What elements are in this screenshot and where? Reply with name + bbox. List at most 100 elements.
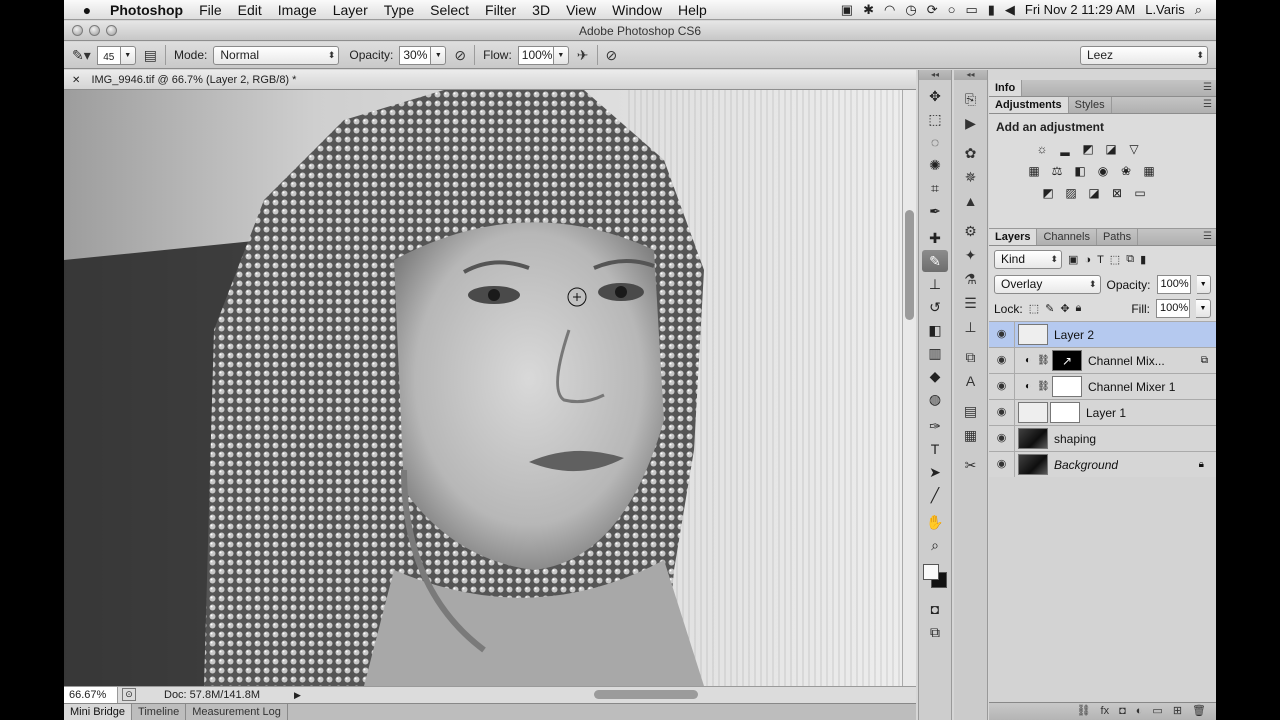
brush-presets-panel-icon[interactable]: ✦ xyxy=(958,244,984,266)
layer-row[interactable]: ◉ Layer 1 xyxy=(989,399,1216,425)
toolbox-header[interactable]: ◂◂ xyxy=(919,70,951,80)
crop-tool-icon[interactable]: ⌗ xyxy=(922,177,948,199)
layer-opacity-dropdown[interactable]: ▼ xyxy=(1196,275,1211,294)
user-name[interactable]: L.Varis xyxy=(1145,2,1185,17)
bluetooth-icon[interactable]: ✱ xyxy=(863,2,874,18)
levels-icon[interactable]: ▂ xyxy=(1057,142,1073,156)
layer-row[interactable]: ◉ ◐ ⛓ ↗ Channel Mix... ⧉ xyxy=(989,347,1216,373)
clock[interactable]: Fri Nov 2 11:29 AM xyxy=(1025,2,1135,17)
photo-filter-icon[interactable]: ◉ xyxy=(1095,164,1111,178)
status-info-icon[interactable]: ⊙ xyxy=(122,688,136,701)
hand-tool-icon[interactable]: ✋ xyxy=(922,511,948,533)
dock-header[interactable]: ◂◂ xyxy=(954,70,987,80)
filter-smart-object-icon[interactable]: ⧉ xyxy=(1126,253,1134,266)
workspace-select[interactable]: Leez xyxy=(1080,45,1208,65)
quick-selection-tool-icon[interactable]: ✺ xyxy=(922,154,948,176)
eraser-tool-icon[interactable]: ◧ xyxy=(922,319,948,341)
dodge-tool-icon[interactable]: ◍ xyxy=(922,388,948,410)
layer-comps-panel-icon[interactable]: ⧉ xyxy=(958,346,984,368)
brush-size-picker[interactable]: 45 ▼ xyxy=(96,45,136,65)
tab-timeline[interactable]: Timeline xyxy=(132,704,187,720)
link-layers-icon[interactable]: ⛓ xyxy=(1077,703,1091,720)
menu-image[interactable]: Image xyxy=(270,2,325,18)
status-menu-icon[interactable]: ▣ xyxy=(841,2,853,18)
history-panel-icon[interactable]: ⎘ xyxy=(958,88,984,110)
chain-link-icon[interactable]: ⛓ xyxy=(1037,381,1050,392)
menu-3d[interactable]: 3D xyxy=(524,2,558,18)
curves-icon[interactable]: ◩ xyxy=(1080,142,1096,156)
close-document-icon[interactable]: ✕ xyxy=(72,75,80,86)
tab-paths[interactable]: Paths xyxy=(1097,229,1139,245)
exposure-icon[interactable]: ◪ xyxy=(1103,142,1119,156)
vibrance-icon[interactable]: ▽ xyxy=(1126,142,1142,156)
flow-dropdown[interactable]: ▼ xyxy=(553,45,569,65)
paragraph-panel-icon[interactable]: ▦ xyxy=(958,424,984,446)
color-balance-icon[interactable]: ⚖ xyxy=(1049,164,1065,178)
color-lookup-icon[interactable]: ▦ xyxy=(1141,164,1157,178)
menu-filter[interactable]: Filter xyxy=(477,2,524,18)
actions-panel-icon[interactable]: ▶ xyxy=(958,112,984,134)
brush-size-dropdown[interactable]: ▼ xyxy=(120,45,136,65)
document-canvas[interactable] xyxy=(64,90,902,686)
posterize-icon[interactable]: ▨ xyxy=(1063,186,1079,200)
character-panel-icon[interactable]: A xyxy=(958,370,984,392)
layer-row[interactable]: ◉ shaping xyxy=(989,425,1216,451)
mode-select[interactable]: Normal xyxy=(213,45,340,65)
horizontal-scroll-thumb[interactable] xyxy=(594,690,698,699)
menu-edit[interactable]: Edit xyxy=(230,2,270,18)
eye-icon[interactable]: ◉ xyxy=(989,322,1015,347)
blur-tool-icon[interactable]: ◆ xyxy=(922,365,948,387)
move-tool-icon[interactable]: ✥ xyxy=(922,85,948,107)
brush-tool-icon[interactable]: ✎ xyxy=(922,250,948,272)
hue-saturation-icon[interactable]: ▦ xyxy=(1026,164,1042,178)
menu-view[interactable]: View xyxy=(558,2,604,18)
filter-type-icon[interactable]: T xyxy=(1097,254,1104,266)
menu-file[interactable]: File xyxy=(191,2,230,18)
threshold-icon[interactable]: ◪ xyxy=(1086,186,1102,200)
menu-help[interactable]: Help xyxy=(670,2,715,18)
lasso-tool-icon[interactable]: ◌ xyxy=(922,131,948,153)
brush-tool-preset-icon[interactable]: ✎▾ xyxy=(72,47,91,64)
gradient-map-icon[interactable]: ▭ xyxy=(1132,186,1148,200)
selective-color-icon[interactable]: ⊠ xyxy=(1109,186,1125,200)
filter-adjustment-icon[interactable]: ◑ xyxy=(1084,254,1091,266)
history-brush-tool-icon[interactable]: ↺ xyxy=(922,296,948,318)
black-white-icon[interactable]: ◧ xyxy=(1072,164,1088,178)
scroll-thumb[interactable] xyxy=(905,210,914,320)
fill-dropdown[interactable]: ▼ xyxy=(1196,299,1211,318)
line-tool-icon[interactable]: ╱ xyxy=(922,484,948,506)
eye-icon[interactable]: ◉ xyxy=(989,400,1015,425)
lock-all-icon[interactable]: 🔒︎ xyxy=(1076,302,1082,315)
tab-measurement-log[interactable]: Measurement Log xyxy=(186,704,288,720)
menu-app-photoshop[interactable]: Photoshop xyxy=(102,2,191,18)
eyedropper-tool-icon[interactable]: ✒ xyxy=(922,200,948,222)
eye-icon[interactable]: ◉ xyxy=(989,452,1015,477)
airbrush-icon[interactable]: ✈ xyxy=(577,47,589,64)
tab-info[interactable]: Info xyxy=(989,80,1023,96)
chat-icon[interactable]: ○ xyxy=(948,2,956,17)
spotlight-search-icon[interactable]: ⌕ xyxy=(1195,2,1202,18)
document-tab[interactable]: ✕ IMG_9946.tif @ 66.7% (Layer 2, RGB/8) … xyxy=(64,70,916,90)
lock-transparency-icon[interactable]: ⬚ xyxy=(1029,302,1039,315)
filter-pixel-icon[interactable]: ▣ xyxy=(1068,253,1078,266)
menu-window[interactable]: Window xyxy=(604,2,670,18)
swatches-panel-icon[interactable]: ✿ xyxy=(958,142,984,164)
menu-type[interactable]: Type xyxy=(376,2,422,18)
tab-styles[interactable]: Styles xyxy=(1069,97,1112,113)
notes-panel-icon[interactable]: ▤ xyxy=(958,400,984,422)
color-swatches[interactable] xyxy=(921,560,949,594)
apple-icon[interactable]: ● xyxy=(76,2,98,18)
close-window-button[interactable] xyxy=(72,25,83,36)
time-machine-icon[interactable]: ◷ xyxy=(905,2,916,18)
tab-layers[interactable]: Layers xyxy=(989,229,1038,245)
volume-icon[interactable]: ◀ xyxy=(1005,2,1015,18)
display-icon[interactable]: ▭ xyxy=(965,2,977,18)
brush-size-value[interactable]: 45 xyxy=(96,45,121,65)
tab-adjustments[interactable]: Adjustments xyxy=(989,97,1069,113)
battery-icon[interactable]: ▮ xyxy=(988,2,995,18)
brush-panel-toggle-icon[interactable]: ▤ xyxy=(144,47,157,64)
panel-menu-icon[interactable]: ☰ xyxy=(1203,97,1212,113)
status-menu-arrow-icon[interactable]: ▶ xyxy=(294,687,301,703)
zoom-field[interactable]: 66.67% xyxy=(64,687,118,703)
menu-select[interactable]: Select xyxy=(422,2,477,18)
